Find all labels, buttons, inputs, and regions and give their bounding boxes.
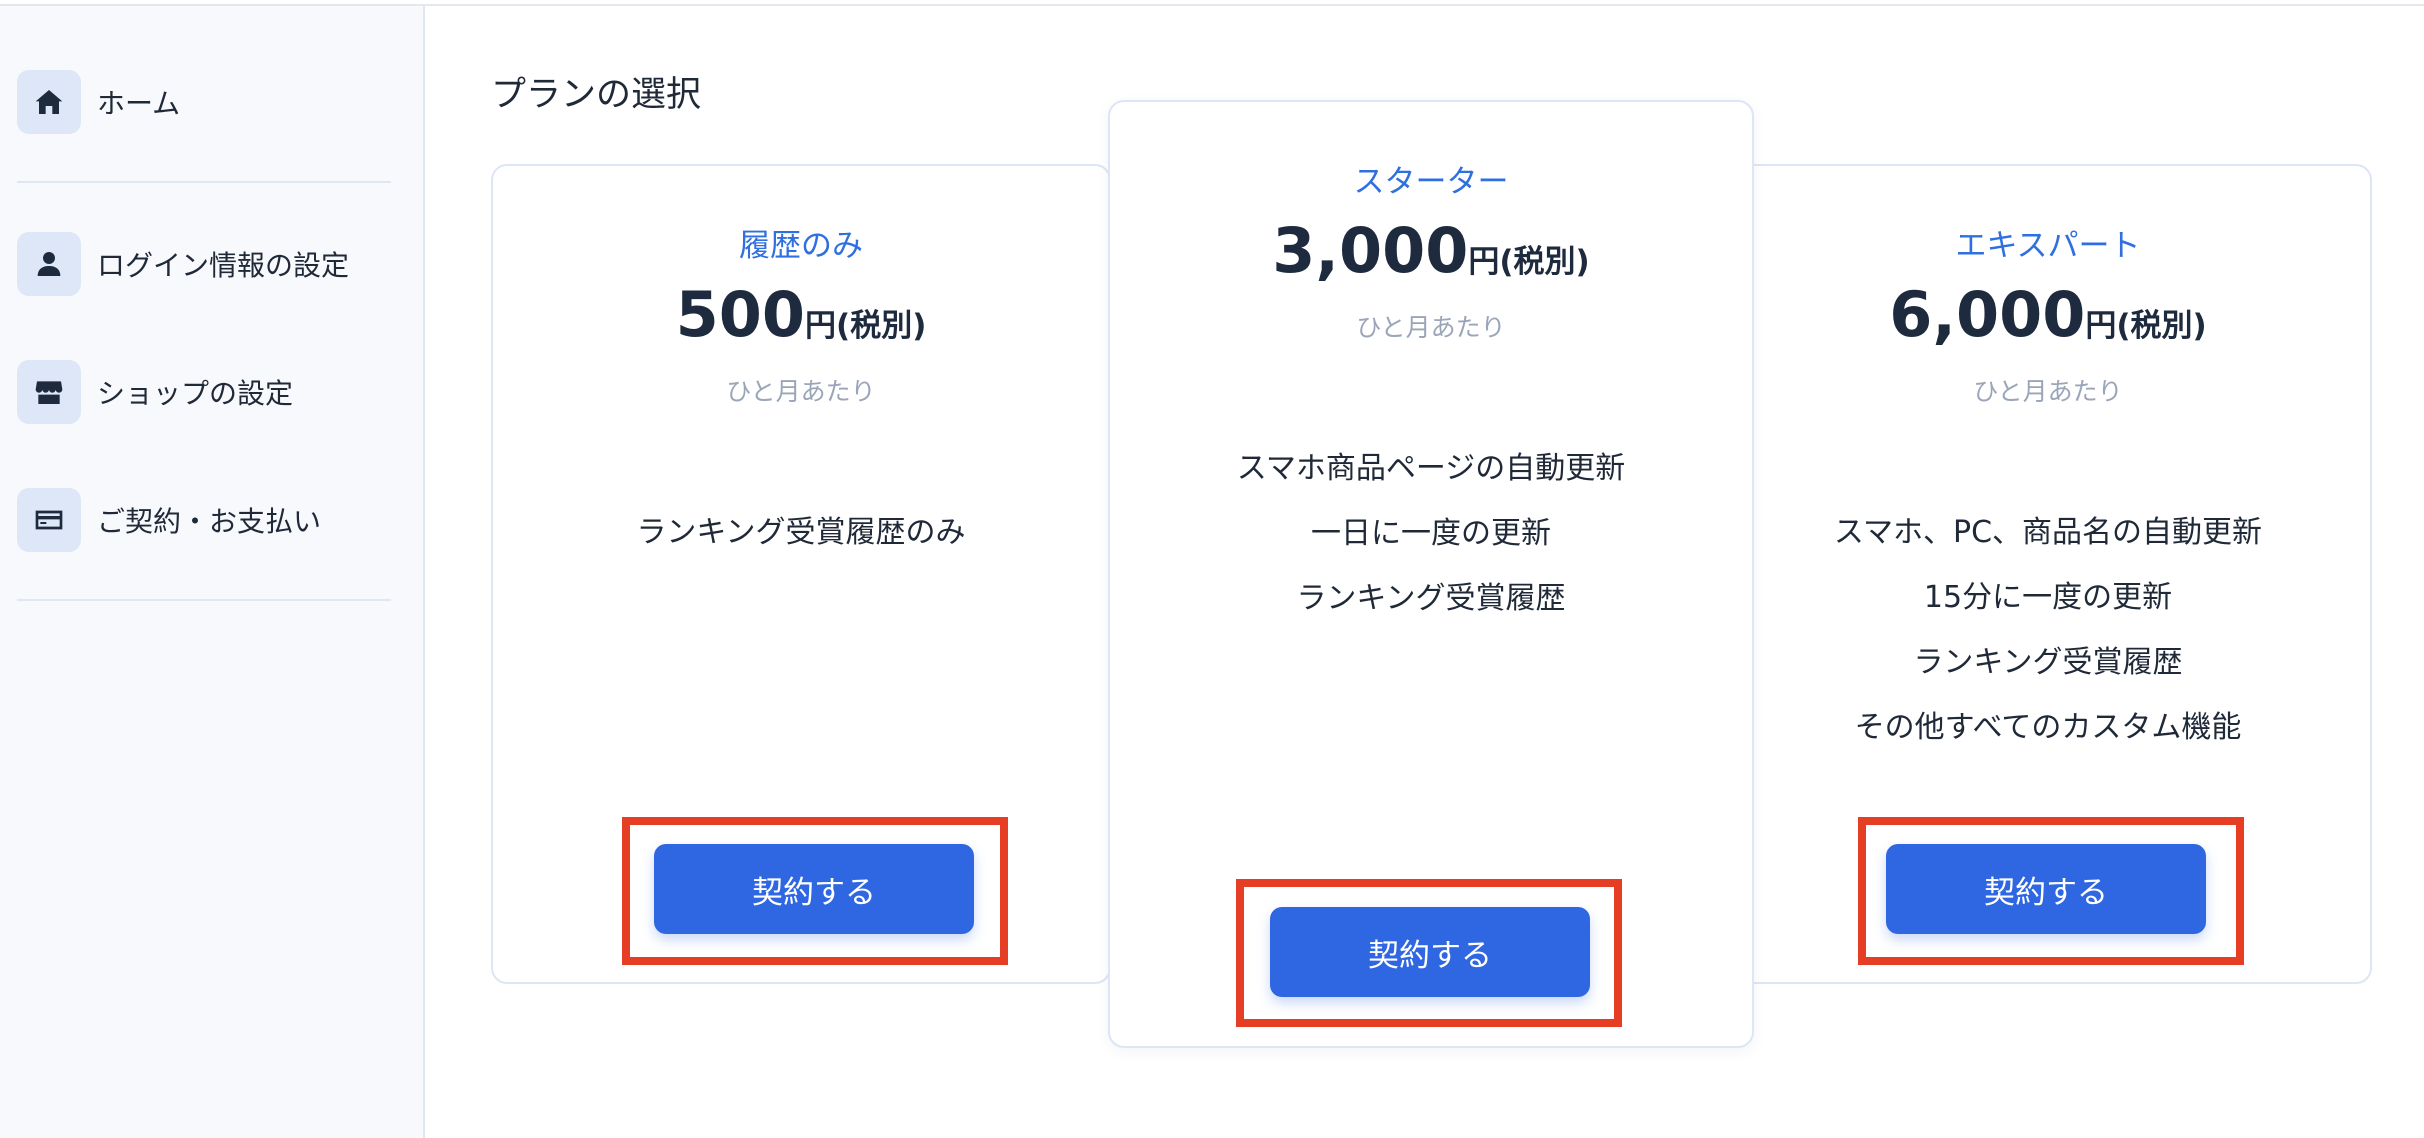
plan-price: 3,000円(税別) [1110,214,1752,287]
feature-item: ランキング受賞履歴 [1296,581,1566,616]
price-unit: 円(税別) [1468,244,1590,280]
sidebar-divider [17,599,391,601]
sidebar-item-shop-settings[interactable]: ショップの設定 [17,360,293,424]
price-unit: 円(税別) [805,308,927,344]
sidebar-item-label: ショップの設定 [97,377,294,410]
feature-item: スマホ、PC、商品名の自動更新 [1833,515,2263,550]
plan-price: 500円(税別) [493,278,1109,351]
plan-features: ランキング受賞履歴のみ [493,500,1109,565]
feature-item: 一日に一度の更新 [1311,516,1551,551]
sidebar-item-home[interactable]: ホーム [17,70,180,134]
plan-features: スマホ商品ページの自動更新 一日に一度の更新 ランキング受賞履歴 [1110,436,1752,631]
plan-name: 履歴のみ [739,228,863,264]
sidebar-item-label: ご契約・お支払い [97,505,322,538]
contract-button-history[interactable]: 契約する [654,844,974,934]
credit-card-icon [17,488,81,552]
sidebar-item-billing[interactable]: ご契約・お支払い [17,488,321,552]
plan-name: エキスパート [1955,228,2141,264]
feature-item: ランキング受賞履歴のみ [636,515,966,550]
feature-item: その他すべてのカスタム機能 [1854,710,2242,745]
price-unit: 円(税別) [2085,308,2207,344]
home-icon [17,70,81,134]
plan-period: ひと月あたり [1356,313,1506,342]
price-amount: 6,000 [1889,278,2086,351]
feature-item: 15分に一度の更新 [1923,580,2173,615]
page-title: プランの選択 [491,75,702,115]
price-amount: 3,000 [1272,214,1469,287]
plan-period: ひと月あたり [1973,377,2123,406]
contract-button-expert[interactable]: 契約する [1886,844,2206,934]
sidebar-item-login-settings[interactable]: ログイン情報の設定 [17,232,349,296]
sidebar-divider [17,181,391,183]
feature-item: ランキング受賞履歴 [1913,645,2183,680]
plan-period: ひと月あたり [726,377,876,406]
contract-button-starter[interactable]: 契約する [1270,907,1590,997]
sidebar-item-label: ログイン情報の設定 [97,249,350,282]
plan-price: 6,000円(税別) [1726,278,2370,351]
price-amount: 500 [675,278,806,351]
sidebar-item-label: ホーム [97,87,181,120]
sidebar: ホーム ログイン情報の設定 ショップの設定 ご契約・お支払い [0,6,425,1138]
store-icon [17,360,81,424]
user-icon [17,232,81,296]
feature-item: スマホ商品ページの自動更新 [1236,451,1626,486]
plan-features: スマホ、PC、商品名の自動更新 15分に一度の更新 ランキング受賞履歴 その他す… [1726,500,2370,760]
plan-name: スターター [1353,164,1509,200]
